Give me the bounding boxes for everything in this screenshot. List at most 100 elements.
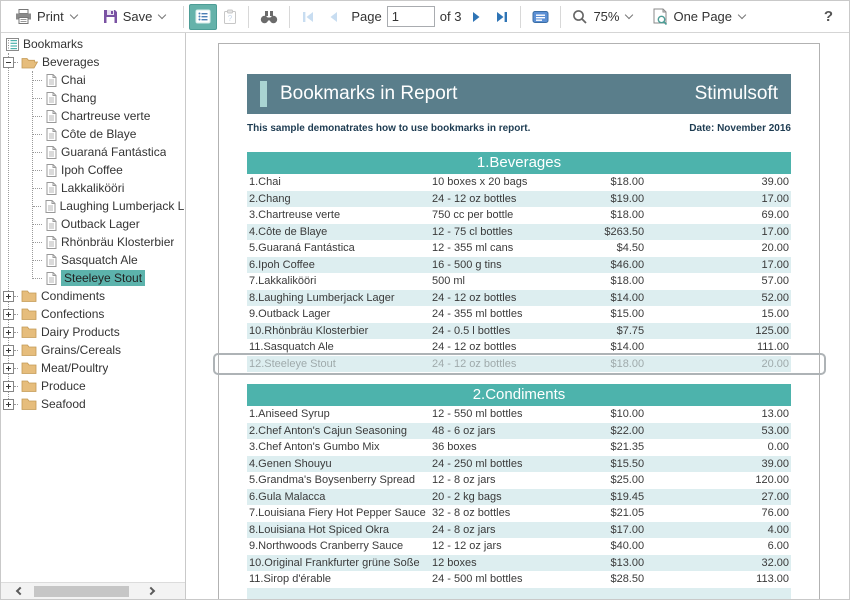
expand-plus-icon[interactable] [3, 327, 14, 338]
table-row: 2.Chang24 - 12 oz bottles$19.0017.00 [247, 191, 791, 208]
unit-price-cell: $18.00 [568, 176, 644, 188]
scrollbar-thumb[interactable] [34, 586, 129, 597]
table-row: 6.Gula Malacca20 - 2 kg bags$19.4527.00 [247, 489, 791, 506]
page-count-label: of 3 [440, 9, 462, 24]
view-mode-dropdown[interactable]: One Page [646, 4, 751, 30]
last-page-icon [495, 10, 509, 24]
units-in-stock-cell: 27.00 [644, 491, 791, 503]
expand-plus-icon[interactable] [3, 381, 14, 392]
tree-item[interactable]: Rhönbräu Klosterbier [1, 233, 185, 251]
print-button[interactable]: Print [9, 4, 83, 30]
scroll-right-button[interactable] [141, 583, 163, 599]
save-label: Save [123, 9, 153, 24]
expand-plus-icon[interactable] [3, 363, 14, 374]
tree-item[interactable]: Confections [1, 305, 185, 323]
expand-plus-icon[interactable] [3, 309, 14, 320]
product-name-cell: 1.Chai [247, 176, 432, 188]
table-row: 6.Ipoh Coffee16 - 500 g tins$46.0017.00 [247, 257, 791, 274]
tree-connector [14, 404, 18, 405]
full-screen-button[interactable] [526, 4, 555, 30]
tree-connector [33, 278, 42, 279]
expand-plus-icon[interactable] [3, 291, 14, 302]
next-page-button[interactable] [465, 4, 489, 30]
tree-item[interactable]: Guaraná Fantástica [1, 143, 185, 161]
tree-item[interactable]: Meat/Poultry [1, 359, 185, 377]
units-in-stock-cell: 13.00 [644, 408, 791, 420]
tree-item[interactable]: Grains/Cereals [1, 341, 185, 359]
tree-item[interactable]: Côte de Blaye [1, 125, 185, 143]
tree-item-label: Produce [41, 379, 86, 393]
tree-item[interactable]: Produce [1, 377, 185, 395]
first-page-button[interactable] [295, 4, 321, 30]
tree-item[interactable]: Laughing Lumberjack Lager [1, 197, 185, 215]
one-page-icon [652, 8, 668, 25]
parameters-button[interactable]: ? [217, 4, 243, 30]
page-number-input[interactable] [387, 6, 435, 27]
tree-item-label: Beverages [42, 55, 99, 69]
tree-item[interactable]: Ipoh Coffee [1, 161, 185, 179]
quantity-cell: 24 - 12 oz bottles [432, 193, 568, 205]
chevron-down-icon [738, 10, 746, 18]
table-row: 11.Sirop d'érable24 - 500 ml bottles$28.… [247, 571, 791, 588]
units-in-stock-cell: 0.00 [644, 441, 791, 453]
tree-connector [14, 314, 18, 315]
tree-item[interactable]: Seafood [1, 395, 185, 413]
tree-item[interactable]: Condiments [1, 287, 185, 305]
help-button[interactable]: ? [816, 8, 841, 25]
find-button[interactable] [254, 4, 284, 30]
tree-item[interactable]: Outback Lager [1, 215, 185, 233]
tree-item-label: Meat/Poultry [41, 361, 108, 375]
previous-page-button[interactable] [321, 4, 345, 30]
tree-item[interactable]: Chartreuse verte [1, 107, 185, 125]
unit-price-cell: $40.00 [568, 540, 644, 552]
quantity-cell: 36 boxes [432, 441, 568, 453]
page-label: Page [351, 9, 381, 24]
tree-item[interactable]: Steeleye Stout [1, 269, 185, 287]
tree-item-label: Chartreuse verte [61, 109, 150, 123]
quantity-cell: 24 - 0.5 l bottles [432, 325, 568, 337]
zoom-value: 75% [593, 9, 619, 24]
tree-item[interactable]: Lakkalikööri [1, 179, 185, 197]
tree-item-label: Steeleye Stout [61, 270, 145, 286]
tree-item[interactable]: Sasquatch Ale [1, 251, 185, 269]
unit-price-cell: $19.00 [568, 193, 644, 205]
tree-connector [33, 188, 42, 189]
last-page-button[interactable] [489, 4, 515, 30]
bookmarks-panel-toggle[interactable] [189, 4, 217, 30]
scroll-left-button[interactable] [7, 583, 29, 599]
zoom-dropdown[interactable]: 75% [566, 4, 638, 30]
expand-plus-icon[interactable] [3, 399, 14, 410]
document-icon [46, 164, 57, 177]
tree-item[interactable]: Chai [1, 71, 185, 89]
tree-item[interactable]: Dairy Products [1, 323, 185, 341]
sidebar-horizontal-scrollbar[interactable] [1, 582, 185, 599]
unit-price-cell: $17.00 [568, 524, 644, 536]
toolbar-separator [183, 6, 184, 28]
tree-item-label: Condiments [41, 289, 105, 303]
chevron-down-icon [625, 10, 633, 18]
accent-bar [260, 81, 267, 107]
tree-item[interactable]: Chang [1, 89, 185, 107]
product-name-cell: 2.Chef Anton's Cajun Seasoning [247, 425, 432, 437]
chevron-down-icon [69, 10, 77, 18]
expand-plus-icon[interactable] [3, 345, 14, 356]
tree-item-bookmarks-root[interactable]: Bookmarks [1, 35, 185, 53]
product-name-cell: 7.Louisiana Fiery Hot Pepper Sauce [247, 507, 432, 519]
table-row: 3.Chartreuse verte750 cc per bottle$18.0… [247, 207, 791, 224]
previous-page-icon [327, 10, 339, 24]
document-icon [46, 272, 57, 285]
tree-item[interactable]: Beverages [1, 53, 185, 71]
save-button[interactable]: Save [97, 4, 172, 30]
report-page: Bookmarks in Report Stimulsoft This samp… [218, 43, 820, 599]
quantity-cell: 24 - 250 ml bottles [432, 458, 568, 470]
units-in-stock-cell: 113.00 [644, 573, 791, 585]
svg-text:?: ? [228, 14, 233, 23]
tree-item-label: Guaraná Fantástica [61, 145, 166, 159]
tree-connector [33, 260, 42, 261]
units-in-stock-cell: 39.00 [644, 458, 791, 470]
print-label: Print [37, 9, 64, 24]
table-row: 2.Chef Anton's Cajun Seasoning48 - 6 oz … [247, 423, 791, 440]
find-binoculars-icon [260, 10, 278, 24]
collapse-minus-icon[interactable] [3, 57, 14, 68]
unit-price-cell: $10.00 [568, 408, 644, 420]
